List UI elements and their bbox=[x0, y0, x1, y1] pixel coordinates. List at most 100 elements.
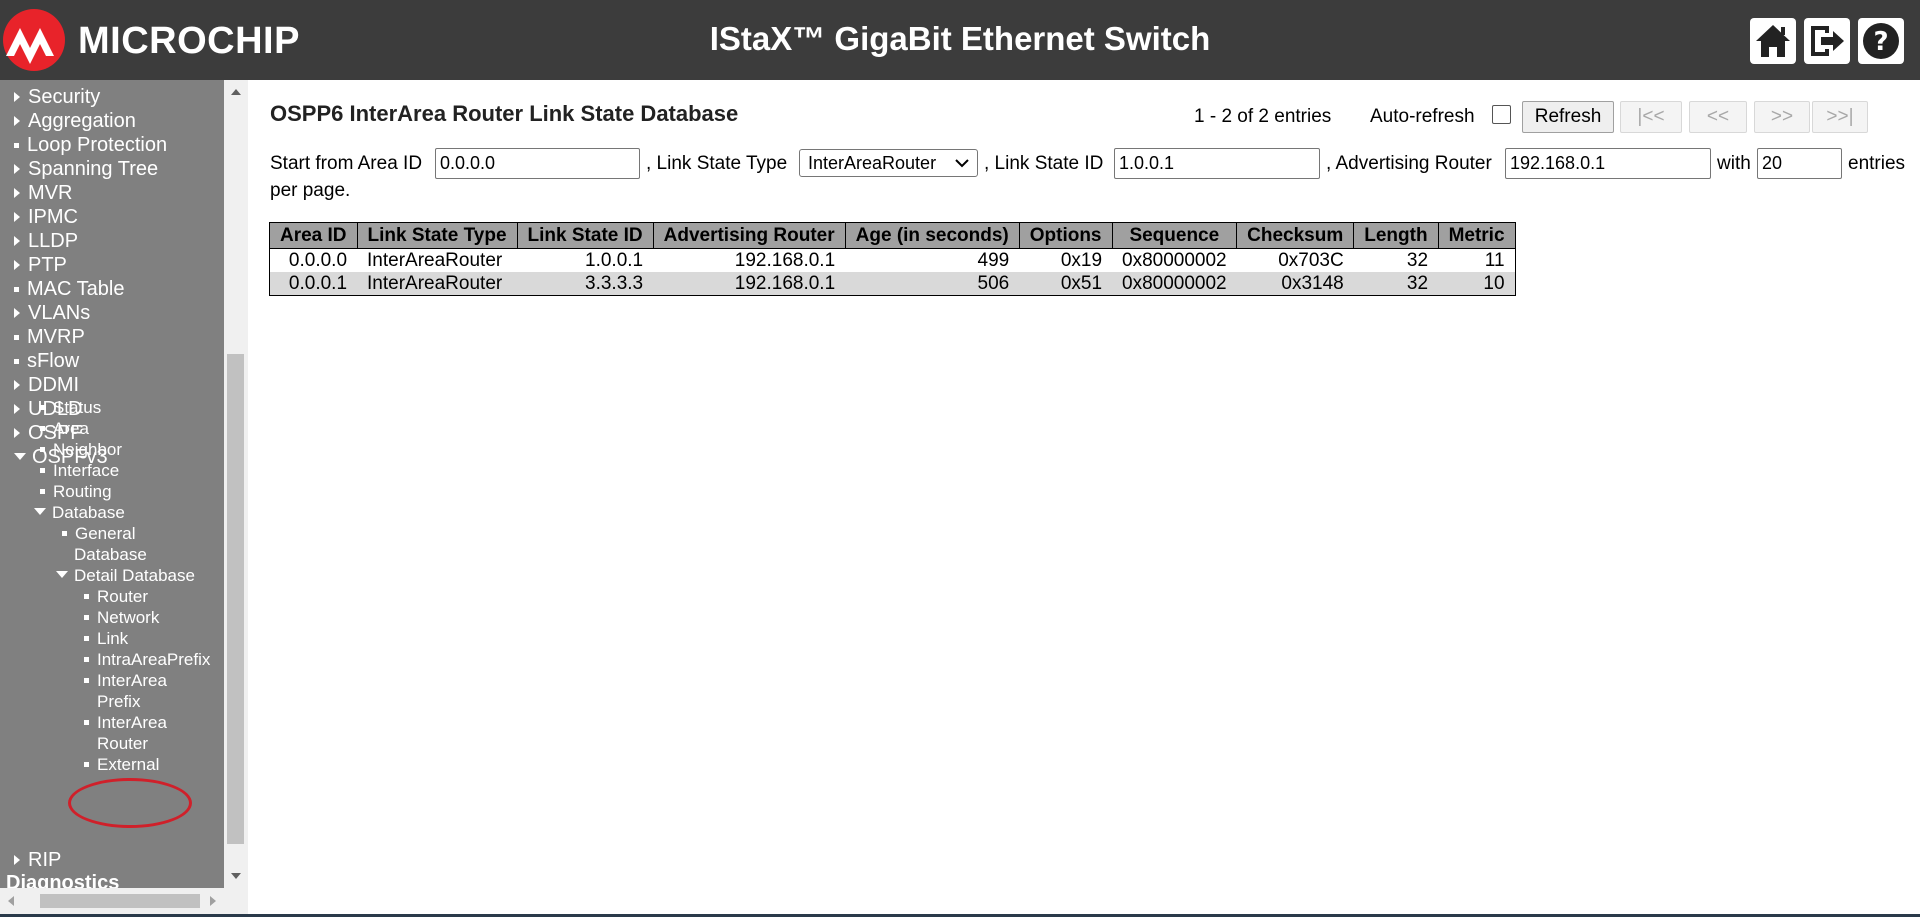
sidebar-item-aggregation[interactable]: Aggregation bbox=[14, 109, 136, 133]
bullet-icon bbox=[14, 287, 19, 292]
scroll-up-arrow-icon[interactable] bbox=[231, 89, 241, 95]
column-header: Link State Type bbox=[356, 222, 518, 249]
column-header: Area ID bbox=[269, 222, 358, 249]
sidebar-item-interarea-router[interactable]: InterArea bbox=[84, 712, 167, 733]
last-page-button[interactable]: >>| bbox=[1812, 101, 1868, 133]
bullet-icon bbox=[84, 594, 89, 599]
sidebar-item-diagnostics[interactable]: Diagnostics bbox=[6, 871, 119, 888]
scroll-down-arrow-icon[interactable] bbox=[231, 873, 241, 879]
scroll-right-arrow-icon[interactable] bbox=[210, 896, 216, 906]
cell-advertising-router: 192.168.0.1 bbox=[653, 272, 846, 296]
sidebar-item-detail-router[interactable]: Router bbox=[84, 586, 148, 607]
table-header-row: Area ID Link State Type Link State ID Ad… bbox=[269, 222, 1516, 249]
link-state-id-input[interactable]: 1.0.0.1 bbox=[1114, 148, 1320, 179]
help-icon: ? bbox=[1863, 23, 1899, 59]
first-page-button[interactable]: |<< bbox=[1620, 101, 1682, 133]
sidebar-item-label: IPMC bbox=[28, 206, 78, 228]
sidebar-item-ptp[interactable]: PTP bbox=[14, 253, 67, 277]
sidebar-item-spanning-tree[interactable]: Spanning Tree bbox=[14, 157, 158, 181]
sidebar-item-label: Interface bbox=[53, 461, 120, 480]
sidebar-item-label: MAC Table bbox=[27, 278, 125, 300]
help-button[interactable]: ? bbox=[1858, 18, 1904, 64]
start-area-id-label: Start from Area ID bbox=[270, 153, 423, 174]
collapsed-arrow-icon bbox=[14, 116, 20, 126]
bullet-icon bbox=[40, 426, 45, 431]
sidebar-item-mvr[interactable]: MVR bbox=[14, 181, 72, 205]
sidebar-item-area[interactable]: Area bbox=[40, 418, 89, 439]
sidebar-item-loop-protection[interactable]: Loop Protection bbox=[14, 133, 167, 157]
advertising-router-input[interactable]: 192.168.0.1 bbox=[1505, 148, 1711, 179]
scroll-left-arrow-icon[interactable] bbox=[8, 896, 14, 906]
sidebar-item-label: VLANs bbox=[28, 302, 91, 324]
sidebar-item-interarea-prefix[interactable]: InterArea bbox=[84, 670, 167, 691]
cell-checksum: 0x3148 bbox=[1236, 272, 1354, 296]
expanded-arrow-icon bbox=[34, 508, 46, 515]
bullet-icon bbox=[84, 720, 89, 725]
sidebar-item-label: LLDP bbox=[28, 230, 79, 252]
sidebar-item-network[interactable]: Network bbox=[84, 607, 159, 628]
sidebar-item-mvrp[interactable]: MVRP bbox=[14, 325, 85, 349]
svg-text:?: ? bbox=[1873, 27, 1888, 57]
table-row: 0.0.0.0 InterAreaRouter 1.0.0.1 192.168.… bbox=[269, 248, 1516, 272]
sidebar-item-database[interactable]: Database bbox=[34, 502, 125, 523]
sidebar-item-sflow[interactable]: sFlow bbox=[14, 349, 79, 373]
start-area-id-input[interactable]: 0.0.0.0 bbox=[435, 148, 640, 179]
sidebar-item-label: InterArea bbox=[97, 713, 167, 732]
column-header: Sequence bbox=[1111, 222, 1238, 249]
sidebar-item-ddmi[interactable]: DDMI bbox=[14, 373, 79, 397]
auto-refresh-checkbox[interactable] bbox=[1492, 105, 1511, 124]
sidebar-item-label: Loop Protection bbox=[27, 134, 168, 156]
sidebar-item-mac-table[interactable]: MAC Table bbox=[14, 277, 124, 301]
sidebar-item-intraareaprefix[interactable]: IntraAreaPrefix bbox=[84, 649, 210, 670]
sidebar-item-interarea-prefix-line2[interactable]: Prefix bbox=[97, 691, 140, 712]
sidebar-item-security[interactable]: Security bbox=[14, 85, 100, 109]
link-state-database-table: Area ID Link State Type Link State ID Ad… bbox=[269, 222, 1516, 296]
refresh-button[interactable]: Refresh bbox=[1522, 101, 1614, 133]
sidebar-item-ipmc[interactable]: IPMC bbox=[14, 205, 78, 229]
sidebar-item-label: MVRP bbox=[27, 326, 85, 348]
sidebar-item-general-database-line2[interactable]: Database bbox=[74, 544, 147, 565]
sidebar-item-general-database[interactable]: General bbox=[62, 523, 135, 544]
entries-per-page-input[interactable]: 20 bbox=[1757, 148, 1842, 179]
link-state-type-select[interactable]: InterAreaRouter bbox=[799, 149, 978, 177]
previous-page-button[interactable]: << bbox=[1689, 101, 1747, 133]
page-title: OSPP6 InterArea Router Link State Databa… bbox=[270, 101, 739, 126]
sidebar-item-link[interactable]: Link bbox=[84, 628, 128, 649]
cell-link-state-type: InterAreaRouter bbox=[357, 248, 518, 272]
sidebar-item-detail-database[interactable]: Detail Database bbox=[56, 565, 195, 586]
cell-age: 506 bbox=[845, 272, 1020, 296]
collapsed-arrow-icon bbox=[14, 92, 20, 102]
sidebar-item-interface[interactable]: Interface bbox=[40, 460, 119, 481]
expanded-arrow-icon bbox=[56, 571, 68, 578]
cell-length: 32 bbox=[1353, 248, 1439, 272]
collapsed-arrow-icon bbox=[14, 855, 20, 865]
collapsed-arrow-icon bbox=[14, 212, 20, 222]
sidebar-item-neighbor[interactable]: Neighbor bbox=[40, 439, 122, 460]
sidebar-vertical-scrollbar[interactable] bbox=[224, 80, 248, 888]
collapsed-arrow-icon bbox=[14, 164, 20, 174]
sidebar-item-vlans[interactable]: VLANs bbox=[14, 301, 90, 325]
sidebar-item-label: PTP bbox=[28, 254, 67, 276]
sidebar-item-routing[interactable]: Routing bbox=[40, 481, 112, 502]
sidebar-item-label: Routing bbox=[53, 482, 112, 501]
sidebar-horizontal-scrollbar[interactable] bbox=[0, 888, 248, 914]
home-button[interactable] bbox=[1750, 18, 1796, 64]
sidebar-item-lldp[interactable]: LLDP bbox=[14, 229, 78, 253]
cell-options: 0x51 bbox=[1019, 272, 1113, 296]
entries-count: 1 - 2 of 2 entries bbox=[1194, 106, 1332, 127]
sidebar-item-interarea-router-line2[interactable]: Router bbox=[97, 733, 148, 754]
sidebar-item-status[interactable]: Status bbox=[40, 397, 101, 418]
bullet-icon bbox=[84, 762, 89, 767]
column-header: Options bbox=[1018, 222, 1113, 249]
next-page-button[interactable]: >> bbox=[1754, 101, 1810, 133]
collapsed-arrow-icon bbox=[14, 404, 20, 414]
sidebar-item-external[interactable]: External bbox=[84, 754, 159, 775]
sidebar-item-rip[interactable]: RIP bbox=[14, 848, 61, 872]
sidebar-item-label: Database bbox=[74, 545, 147, 564]
sidebar-item-label: General bbox=[75, 524, 136, 543]
horizontal-scroll-thumb[interactable] bbox=[40, 894, 200, 908]
vertical-scroll-thumb[interactable] bbox=[227, 354, 244, 844]
app-title: IStaX™ GigaBit Ethernet Switch bbox=[709, 20, 1211, 57]
per-page-label: per page. bbox=[270, 180, 351, 201]
logout-button[interactable] bbox=[1804, 18, 1850, 64]
